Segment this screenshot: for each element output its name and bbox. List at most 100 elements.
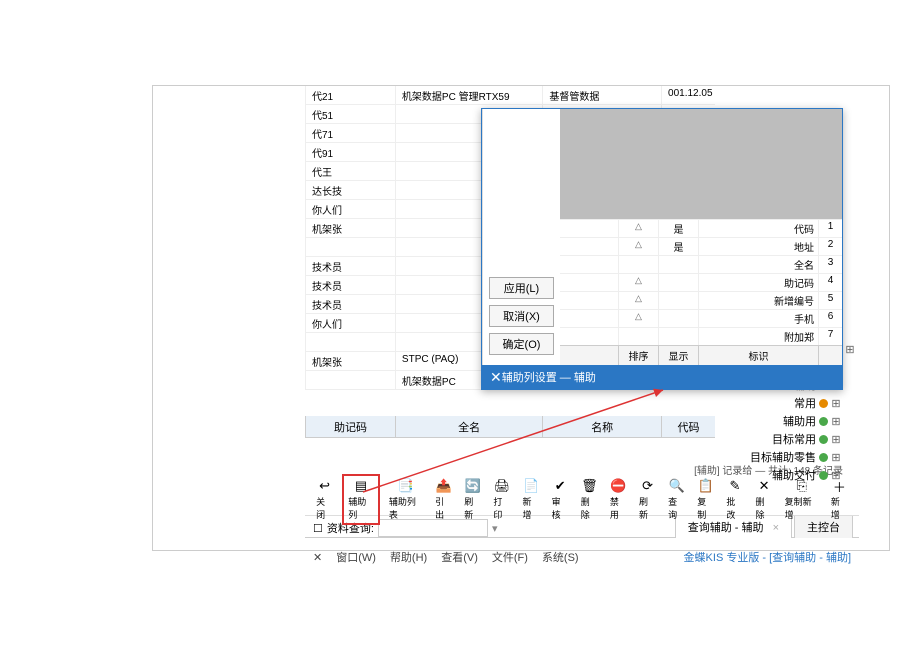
tool-15-icon: 📑 xyxy=(398,478,414,494)
menu-bar: 金蝶KIS 专业版 - [查询辅助 - 辅助] 系统(S) 文件(F) 查看(V… xyxy=(305,546,859,568)
dlg-row[interactable]: 7附加郑 xyxy=(560,327,842,345)
tool-15[interactable]: 📑辅助列表 xyxy=(386,477,426,522)
col-full[interactable]: 全名 xyxy=(395,416,542,437)
dlg-grid-header: 标识 显示 排序 xyxy=(560,345,842,365)
dot-icon xyxy=(819,453,828,462)
expand-icon[interactable]: ⊞ xyxy=(831,415,841,428)
tree-label: 目标常用 xyxy=(772,431,816,447)
dlg-ok-button[interactable]: 确定(O) xyxy=(489,333,554,355)
column-settings-dialog: 标识 显示 排序 1代码是△2地址是△3全名4助记码△5新增编号△6手机△7附加… xyxy=(481,108,843,390)
menu-help[interactable]: 帮助(H) xyxy=(390,549,427,565)
expand-icon[interactable]: ⊞ xyxy=(831,451,841,464)
dlg-row[interactable]: 2地址是△ xyxy=(560,237,842,255)
app-title: 金蝶KIS 专业版 - [查询辅助 - 辅助] xyxy=(684,549,851,565)
tool-9[interactable]: 🗑删除 xyxy=(578,477,601,522)
tool-13-label: 刷新 xyxy=(464,495,481,521)
tree-item-4[interactable]: ⊞ 目标常用 xyxy=(723,430,855,448)
dlg-col-sort: 排序 xyxy=(618,346,658,365)
tool-14[interactable]: 📤引出 xyxy=(432,477,455,522)
tree-item-2[interactable]: ⊞常用 xyxy=(723,394,855,412)
expand-icon[interactable]: ⊞ xyxy=(845,343,855,356)
dlg-grid-body: 1代码是△2地址是△3全名4助记码△5新增编号△6手机△7附加郑 xyxy=(560,219,842,345)
tool-12-label: 打印 xyxy=(493,495,510,521)
tool-6-icon: 🔍 xyxy=(669,478,685,494)
dot-icon xyxy=(819,417,828,426)
tool-2-label: 复制新增 xyxy=(785,495,819,521)
app-window: 金蝶KIS 专业版 - [查询辅助 - 辅助] 系统(S) 文件(F) 查看(V… xyxy=(152,85,890,551)
dlg-col-name: 标识 xyxy=(698,346,818,365)
tool-6[interactable]: 🔍查询 xyxy=(665,477,688,522)
tool-8-icon: ⛔ xyxy=(610,478,626,494)
tool-12[interactable]: 🖨打印 xyxy=(490,477,513,522)
col-memo[interactable]: 助记码 xyxy=(305,416,395,437)
tool-9-label: 删除 xyxy=(581,495,598,521)
tool-17[interactable]: ↩关闭 xyxy=(313,477,336,522)
tool-1-label: 新增 xyxy=(831,495,848,521)
tool-5-icon: 📋 xyxy=(698,478,714,494)
col-code[interactable]: 代码 xyxy=(661,416,715,437)
expand-icon[interactable]: ⊞ xyxy=(831,433,841,446)
tab-query-label: 查询辅助 - 辅助 xyxy=(688,522,764,534)
tool-8-label: 禁用 xyxy=(610,495,627,521)
dlg-row[interactable]: 6手机△ xyxy=(560,309,842,327)
table-row[interactable]: 001.12.05基督管数据机架数据PC 管理RTX59代21 xyxy=(305,86,715,105)
dlg-titlebar: 辅助列设置 — 辅助 ✕ xyxy=(482,365,842,389)
tool-7[interactable]: ⟳刷新 xyxy=(636,477,659,522)
tool-16-label: 辅助列 xyxy=(348,495,374,521)
tool-10-label: 审核 xyxy=(552,495,569,521)
dlg-col-no xyxy=(818,346,842,365)
tool-13[interactable]: 🔄刷新 xyxy=(461,477,484,522)
tool-14-label: 引出 xyxy=(435,495,452,521)
tool-10[interactable]: ✔审核 xyxy=(549,477,572,522)
dlg-close-icon[interactable]: ✕ xyxy=(490,369,502,386)
expand-icon[interactable]: ⊞ xyxy=(831,397,841,410)
menu-sys[interactable]: 系统(S) xyxy=(542,549,579,565)
menu-file[interactable]: 文件(F) xyxy=(492,549,528,565)
tool-8[interactable]: ⛔禁用 xyxy=(607,477,630,522)
tool-4-label: 批改 xyxy=(726,495,743,521)
tab-close-icon[interactable]: × xyxy=(773,522,779,534)
expand-icon[interactable]: ⊞ xyxy=(831,469,841,482)
tool-5[interactable]: 📋复制 xyxy=(694,477,717,522)
tool-11-icon: 📄 xyxy=(523,478,539,494)
dlg-cancel-button[interactable]: 取消(X) xyxy=(489,305,554,327)
tool-17-icon: ↩ xyxy=(317,478,333,494)
tree-label: 辅助用 xyxy=(783,413,816,429)
tool-17-label: 关闭 xyxy=(316,495,333,521)
col-name[interactable]: 名称 xyxy=(542,416,661,437)
tree-item-6[interactable]: ⊞辅助交付 xyxy=(723,466,855,484)
tool-15-label: 辅助列表 xyxy=(389,495,423,521)
tool-9-icon: 🗑 xyxy=(581,478,597,494)
tool-7-label: 刷新 xyxy=(639,495,656,521)
dlg-col-show: 显示 xyxy=(658,346,698,365)
grid-header: 代码 名称 全名 助记码 xyxy=(305,416,715,438)
dlg-row[interactable]: 5新增编号△ xyxy=(560,291,842,309)
dlg-spacer xyxy=(560,109,842,219)
toolbar: ＋新增⎘复制新增✕删除✎批改📋复制🔍查询⟳刷新⛔禁用🗑删除✔审核📄新增🖨打印🔄刷… xyxy=(305,484,859,516)
tool-5-label: 复制 xyxy=(697,495,714,521)
tool-11[interactable]: 📄新增 xyxy=(520,477,543,522)
tool-10-icon: ✔ xyxy=(552,478,568,494)
dlg-row[interactable]: 3全名 xyxy=(560,255,842,273)
tool-3-label: 删除 xyxy=(756,495,773,521)
tree-item-5[interactable]: ⊞ 目标辅助零售 xyxy=(723,448,855,466)
titlebar-close[interactable]: ✕ xyxy=(313,551,322,564)
search-icon: ☐ xyxy=(313,522,323,535)
dlg-title-text: 辅助列设置 — 辅助 xyxy=(502,369,834,385)
tool-16-icon: ▤ xyxy=(353,478,369,494)
dot-icon xyxy=(819,399,828,408)
dlg-apply-button[interactable]: 应用(L) xyxy=(489,277,554,299)
tree-label: 目标辅助零售 xyxy=(750,449,816,465)
tool-6-label: 查询 xyxy=(668,495,685,521)
tool-11-label: 新增 xyxy=(523,495,540,521)
tool-16[interactable]: ▤辅助列 xyxy=(342,474,380,525)
dlg-row[interactable]: 4助记码△ xyxy=(560,273,842,291)
menu-window[interactable]: 窗口(W) xyxy=(336,549,376,565)
dropdown-icon[interactable]: ▾ xyxy=(492,522,498,535)
tool-13-icon: 🔄 xyxy=(465,478,481,494)
dot-icon xyxy=(819,435,828,444)
dot-icon xyxy=(819,471,828,480)
tree-item-3[interactable]: ⊞ 辅助用 xyxy=(723,412,855,430)
menu-view[interactable]: 查看(V) xyxy=(441,549,478,565)
dlg-row[interactable]: 1代码是△ xyxy=(560,219,842,237)
